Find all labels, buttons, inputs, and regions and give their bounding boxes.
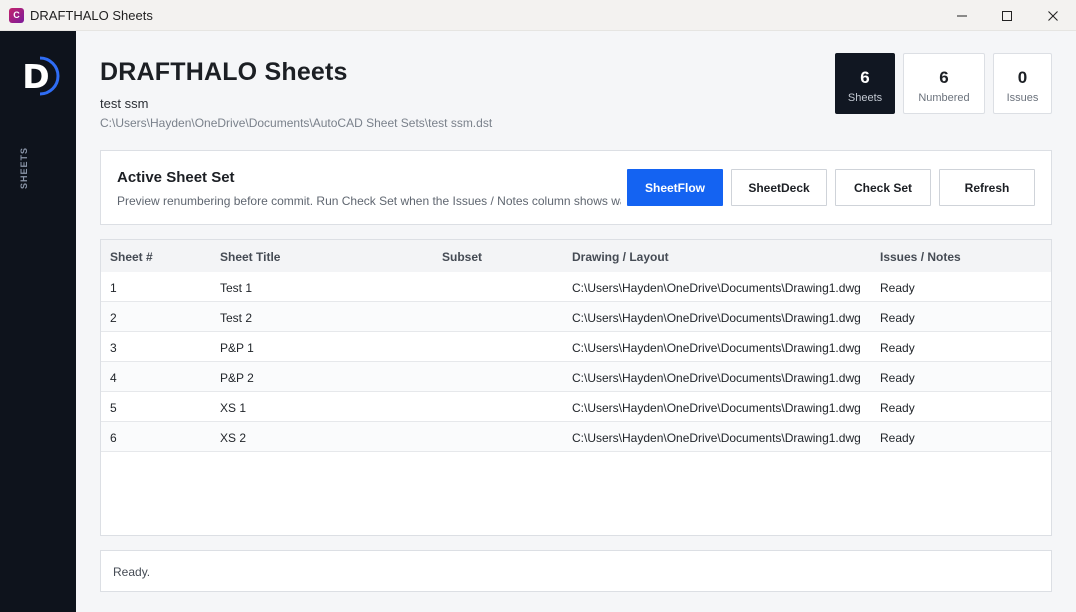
main-content: DRAFTHALO Sheets test ssm C:\Users\Hayde… bbox=[76, 31, 1076, 612]
stat-issues-value: 0 bbox=[1017, 68, 1028, 87]
sheets-table: Sheet # Sheet Title Subset Drawing / Lay… bbox=[100, 239, 1052, 536]
cell-sheet-title: XS 2 bbox=[220, 431, 247, 445]
column-header-subset[interactable]: Subset bbox=[442, 250, 562, 264]
stat-sheets-label: Sheets bbox=[847, 92, 883, 104]
cell-sheet-title: Test 2 bbox=[220, 311, 253, 325]
cell-drawing-layout: C:\Users\Hayden\OneDrive\Documents\Drawi… bbox=[572, 341, 861, 355]
panel-title: Active Sheet Set bbox=[117, 169, 235, 186]
cell-sheet-number: 1 bbox=[110, 281, 117, 295]
table-row[interactable]: 3 P&P 1 C:\Users\Hayden\OneDrive\Documen… bbox=[101, 332, 1051, 362]
column-header-sheet-number[interactable]: Sheet # bbox=[110, 250, 210, 264]
cell-sheet-title: P&P 2 bbox=[220, 371, 254, 385]
cell-issues-notes: Ready bbox=[880, 371, 915, 385]
cell-sheet-number: 5 bbox=[110, 401, 117, 415]
cell-drawing-layout: C:\Users\Hayden\OneDrive\Documents\Drawi… bbox=[572, 371, 861, 385]
column-header-drawing-layout[interactable]: Drawing / Layout bbox=[572, 250, 864, 264]
stat-numbered-label: Numbered bbox=[918, 92, 970, 104]
cell-issues-notes: Ready bbox=[880, 401, 915, 415]
check-set-button[interactable]: Check Set bbox=[835, 169, 931, 206]
minimize-button[interactable] bbox=[939, 0, 985, 31]
cell-sheet-title: Test 1 bbox=[220, 281, 253, 295]
cell-sheet-title: P&P 1 bbox=[220, 341, 254, 355]
window-titlebar: C DRAFTHALO Sheets bbox=[0, 0, 1076, 31]
logo-letter: D bbox=[22, 57, 49, 96]
refresh-button[interactable]: Refresh bbox=[939, 169, 1035, 206]
cell-sheet-number: 2 bbox=[110, 311, 117, 325]
minimize-icon bbox=[957, 15, 967, 16]
stat-numbered[interactable]: 6 Numbered bbox=[903, 53, 985, 114]
status-text: Ready. bbox=[113, 565, 151, 579]
close-icon bbox=[1048, 10, 1058, 21]
sidebar: D SHEETS bbox=[0, 31, 76, 612]
stat-sheets[interactable]: 6 Sheets bbox=[835, 53, 895, 114]
stat-numbered-value: 6 bbox=[939, 68, 949, 87]
table-row[interactable]: 1 Test 1 C:\Users\Hayden\OneDrive\Docume… bbox=[101, 272, 1051, 302]
table-row[interactable]: 5 XS 1 C:\Users\Hayden\OneDrive\Document… bbox=[101, 392, 1051, 422]
table-header: Sheet # Sheet Title Subset Drawing / Lay… bbox=[101, 240, 1051, 272]
column-header-issues-notes[interactable]: Issues / Notes bbox=[880, 250, 1040, 264]
column-header-sheet-title[interactable]: Sheet Title bbox=[220, 250, 430, 264]
stat-issues[interactable]: 0 Issues bbox=[993, 53, 1052, 114]
window-title: DRAFTHALO Sheets bbox=[30, 7, 153, 23]
stat-issues-label: Issues bbox=[1006, 92, 1039, 104]
sidebar-item-sheets[interactable]: SHEETS bbox=[19, 147, 31, 189]
drafthalo-logo: D bbox=[22, 56, 60, 96]
close-button[interactable] bbox=[1030, 0, 1076, 31]
cell-drawing-layout: C:\Users\Hayden\OneDrive\Documents\Drawi… bbox=[572, 431, 861, 445]
sheetdeck-button[interactable]: SheetDeck bbox=[731, 169, 827, 206]
panel-description: Preview renumbering before commit. Run C… bbox=[117, 194, 621, 208]
app-icon: C bbox=[9, 7, 24, 23]
cell-sheet-number: 4 bbox=[110, 371, 117, 385]
stat-sheets-value: 6 bbox=[860, 68, 870, 87]
cell-drawing-layout: C:\Users\Hayden\OneDrive\Documents\Drawi… bbox=[572, 311, 861, 325]
maximize-icon bbox=[1002, 10, 1012, 21]
table-row[interactable]: 2 Test 2 C:\Users\Hayden\OneDrive\Docume… bbox=[101, 302, 1051, 332]
status-bar: Ready. bbox=[100, 550, 1052, 592]
sheet-set-name: test ssm bbox=[100, 96, 149, 111]
maximize-button[interactable] bbox=[984, 0, 1030, 31]
cell-drawing-layout: C:\Users\Hayden\OneDrive\Documents\Drawi… bbox=[572, 281, 861, 295]
cell-issues-notes: Ready bbox=[880, 341, 915, 355]
cell-issues-notes: Ready bbox=[880, 281, 915, 295]
table-row[interactable]: 4 P&P 2 C:\Users\Hayden\OneDrive\Documen… bbox=[101, 362, 1051, 392]
sheet-set-path: C:\Users\Hayden\OneDrive\Documents\AutoC… bbox=[100, 116, 493, 130]
app-icon-letter: C bbox=[13, 9, 20, 20]
cell-sheet-number: 3 bbox=[110, 341, 117, 355]
cell-issues-notes: Ready bbox=[880, 431, 915, 445]
sheetflow-button[interactable]: SheetFlow bbox=[627, 169, 723, 206]
cell-issues-notes: Ready bbox=[880, 311, 915, 325]
cell-sheet-number: 6 bbox=[110, 431, 117, 445]
cell-drawing-layout: C:\Users\Hayden\OneDrive\Documents\Drawi… bbox=[572, 401, 861, 415]
cell-sheet-title: XS 1 bbox=[220, 401, 247, 415]
page-title: DRAFTHALO Sheets bbox=[100, 58, 348, 86]
table-row[interactable]: 6 XS 2 C:\Users\Hayden\OneDrive\Document… bbox=[101, 422, 1051, 452]
active-sheet-set-panel: Active Sheet Set Preview renumbering bef… bbox=[100, 150, 1052, 225]
